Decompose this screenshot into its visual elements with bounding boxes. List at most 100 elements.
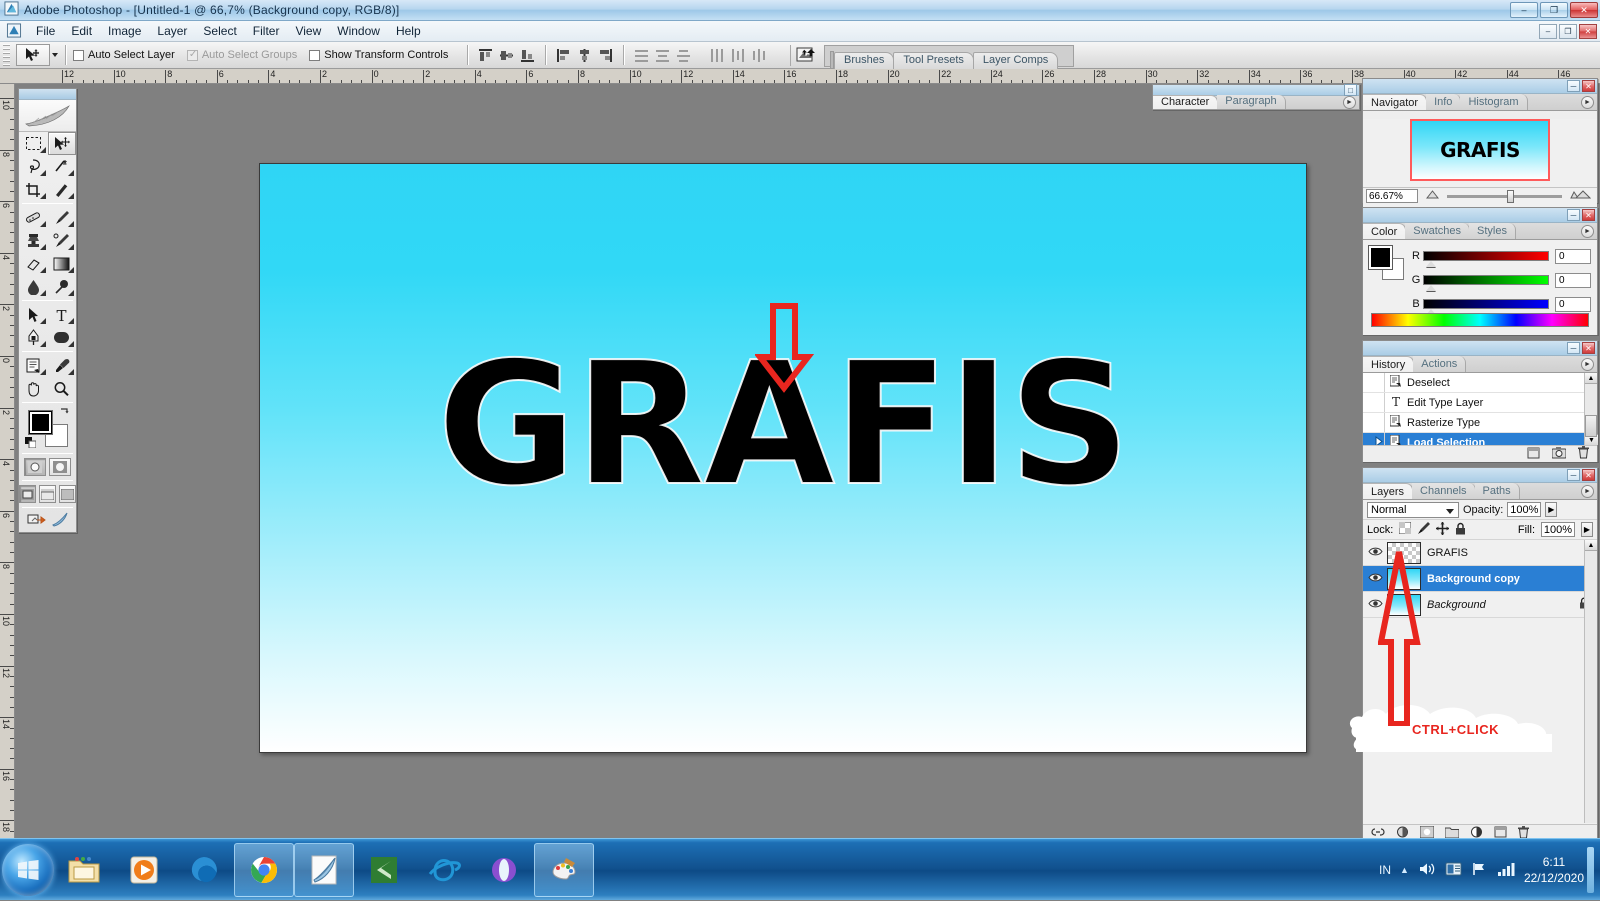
- layer-name[interactable]: GRAFIS: [1427, 547, 1468, 559]
- tab-styles[interactable]: Styles: [1469, 223, 1516, 239]
- eye-icon[interactable]: [1363, 572, 1387, 586]
- layer-thumbnail[interactable]: [1387, 568, 1421, 590]
- layer-row-background-copy[interactable]: Background copy: [1363, 566, 1597, 592]
- tool-healing-brush[interactable]: [19, 206, 48, 229]
- taskbar-paint[interactable]: [534, 843, 594, 897]
- tool-clone-stamp[interactable]: [19, 229, 48, 252]
- palette-tab-layer-comps[interactable]: Layer Comps: [973, 52, 1058, 69]
- taskbar-file-explorer[interactable]: [54, 843, 114, 897]
- tool-magic-wand[interactable]: [48, 155, 77, 178]
- panel-title-bar[interactable]: ─ ✕: [1363, 79, 1597, 94]
- tool-dodge[interactable]: [48, 275, 77, 298]
- tool-eyedropper[interactable]: [48, 354, 77, 377]
- tool-path-selection[interactable]: [19, 303, 48, 326]
- panel-menu-icon[interactable]: ►: [1581, 358, 1594, 371]
- palette-tab-tool-presets[interactable]: Tool Presets: [893, 52, 974, 69]
- layer-name[interactable]: Background copy: [1427, 573, 1520, 585]
- close-button[interactable]: ✕: [1582, 469, 1595, 481]
- scrollbar-thumb[interactable]: [1585, 415, 1597, 437]
- show-hidden-icons-chevron-up-icon[interactable]: ▲: [1400, 865, 1409, 875]
- tool-notes[interactable]: [19, 354, 48, 377]
- blend-mode-select[interactable]: Normal: [1367, 502, 1459, 518]
- tab-paragraph[interactable]: Paragraph: [1217, 95, 1285, 109]
- start-orb-icon[interactable]: [2, 844, 54, 896]
- action-center-flag-icon[interactable]: [1471, 861, 1488, 880]
- slider-thumb[interactable]: [1426, 285, 1436, 291]
- tab-paths[interactable]: Paths: [1475, 483, 1520, 499]
- auto-select-layer-checkbox[interactable]: Auto Select Layer: [73, 49, 175, 61]
- tab-swatches[interactable]: Swatches: [1405, 223, 1470, 239]
- full-screen-button[interactable]: [59, 485, 76, 503]
- tool-blur[interactable]: [19, 275, 48, 298]
- current-tool-icon[interactable]: [16, 44, 50, 66]
- menu-item-file[interactable]: File: [28, 22, 63, 40]
- collapse-button[interactable]: □: [1344, 84, 1357, 96]
- layers-scrollbar[interactable]: ▲: [1584, 540, 1597, 823]
- default-colors-icon[interactable]: [25, 437, 36, 448]
- quick-mask-mode-button[interactable]: [49, 458, 71, 476]
- foreground-color-swatch[interactable]: [1369, 246, 1392, 269]
- menu-item-layer[interactable]: Layer: [149, 22, 195, 40]
- menu-item-window[interactable]: Window: [329, 22, 388, 40]
- blue-slider[interactable]: [1423, 299, 1549, 309]
- panel-menu-icon[interactable]: ►: [1581, 485, 1594, 498]
- options-bar-grip[interactable]: [3, 44, 10, 67]
- layer-thumbnail[interactable]: [1387, 542, 1421, 564]
- tool-preset-chevron-down-icon[interactable]: [52, 53, 58, 57]
- tab-color[interactable]: Color: [1363, 223, 1406, 239]
- tool-hand[interactable]: [19, 377, 48, 400]
- tool-type[interactable]: T: [48, 303, 77, 326]
- toolbox-drag-handle[interactable]: [19, 89, 76, 100]
- opacity-field[interactable]: 100%: [1507, 502, 1541, 517]
- file-browser-icon[interactable]: [795, 46, 817, 69]
- doc-restore-button[interactable]: ❐: [1559, 24, 1577, 39]
- green-value-field[interactable]: 0: [1555, 273, 1591, 288]
- new-document-icon[interactable]: [1527, 447, 1540, 462]
- tool-pen[interactable]: [19, 326, 48, 349]
- history-snapshot-checkbox[interactable]: [1363, 393, 1385, 412]
- menu-item-view[interactable]: View: [287, 22, 329, 40]
- panel-menu-icon[interactable]: ►: [1581, 96, 1594, 109]
- align-horizontal-centers-icon[interactable]: [575, 46, 594, 65]
- zoom-out-icon[interactable]: [1426, 190, 1439, 202]
- swap-colors-icon[interactable]: [58, 407, 70, 421]
- jump-to-imageready-icon[interactable]: [27, 512, 47, 530]
- taskbar-microsoft-edge[interactable]: [174, 843, 234, 897]
- opacity-slider-arrow-icon[interactable]: ▶: [1545, 502, 1557, 517]
- panel-menu-icon[interactable]: ►: [1581, 225, 1594, 238]
- eye-icon[interactable]: [1363, 598, 1387, 612]
- tab-history[interactable]: History: [1363, 356, 1414, 372]
- tab-actions[interactable]: Actions: [1413, 356, 1466, 372]
- tool-rectangular-marquee[interactable]: [19, 132, 48, 155]
- standard-mode-button[interactable]: [24, 458, 46, 476]
- taskbar-adobe-photoshop[interactable]: [294, 843, 354, 897]
- taskbar-internet-explorer[interactable]: [414, 843, 474, 897]
- taskbar-camtasia[interactable]: [354, 843, 414, 897]
- menu-item-image[interactable]: Image: [100, 22, 149, 40]
- minimize-button[interactable]: ─: [1567, 80, 1580, 92]
- red-value-field[interactable]: 0: [1555, 249, 1591, 264]
- green-slider[interactable]: [1423, 275, 1549, 285]
- image-canvas[interactable]: GRAFIS GRAFIS: [260, 164, 1306, 752]
- align-bottom-edges-icon[interactable]: [518, 46, 537, 65]
- color-swatches[interactable]: [19, 405, 76, 451]
- color-panel-swatches[interactable]: [1369, 246, 1403, 280]
- menu-item-help[interactable]: Help: [388, 22, 429, 40]
- doc-close-button[interactable]: ✕: [1579, 24, 1597, 39]
- scroll-up-arrow-icon[interactable]: ▲: [1585, 373, 1597, 384]
- history-item-deselect[interactable]: Deselect: [1363, 373, 1584, 393]
- layer-row-background[interactable]: Background: [1363, 592, 1597, 618]
- lock-transparency-icon[interactable]: [1399, 522, 1411, 537]
- show-desktop-button[interactable]: [1587, 847, 1594, 893]
- menu-item-filter[interactable]: Filter: [245, 22, 288, 40]
- panel-title-bar[interactable]: ─ ✕: [1363, 208, 1597, 223]
- align-top-edges-icon[interactable]: [476, 46, 495, 65]
- minimize-button[interactable]: –: [1510, 2, 1538, 18]
- tool-gradient[interactable]: [48, 252, 77, 275]
- history-scrollbar[interactable]: ▲ ▼: [1584, 373, 1597, 445]
- palette-tab-brushes[interactable]: Brushes: [834, 52, 894, 69]
- layer-name[interactable]: Background: [1427, 599, 1486, 611]
- snapshot-camera-icon[interactable]: [1552, 447, 1566, 462]
- tool-shape[interactable]: [48, 326, 77, 349]
- tab-navigator[interactable]: Navigator: [1363, 94, 1427, 110]
